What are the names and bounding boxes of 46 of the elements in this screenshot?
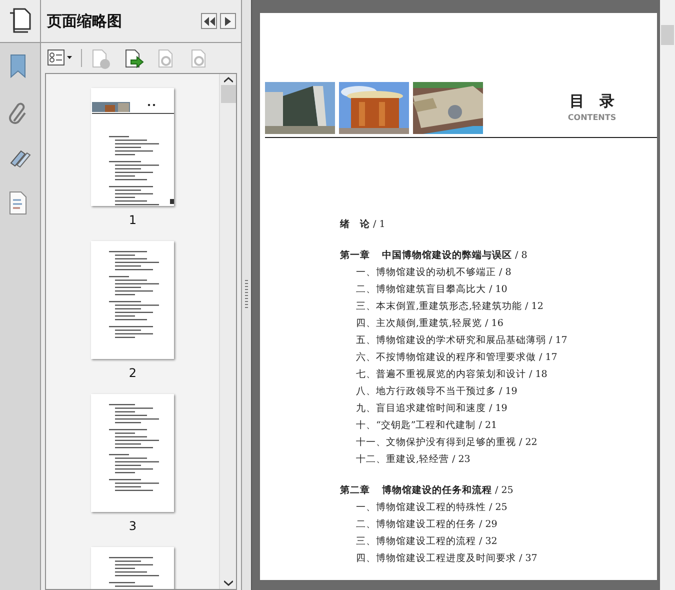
page-thumbnail[interactable]	[91, 394, 174, 512]
splitter-grip[interactable]	[245, 280, 248, 310]
extract-page-button[interactable]	[123, 48, 144, 68]
page-number: 2	[128, 366, 136, 380]
contents-heading: 目 录	[570, 92, 614, 111]
scroll-up-icon[interactable]	[224, 77, 233, 83]
page-number: 3	[128, 519, 136, 533]
page-number: 1	[128, 213, 136, 227]
document-icon[interactable]	[9, 191, 27, 215]
paperclip-icon[interactable]	[9, 101, 27, 125]
contents-subheading: CONTENTS	[568, 113, 616, 122]
page-thumbnail[interactable]	[91, 241, 174, 359]
toc-entry: 八、地方行政领导不当干预过多 / 19	[355, 385, 518, 399]
toc-entry: 六、不按博物馆建设的程序和管理要求做 / 17	[355, 351, 558, 365]
expand-button[interactable]	[220, 13, 236, 29]
scrollbar-thumb[interactable]	[661, 25, 674, 45]
scrollbar-thumb[interactable]	[220, 85, 236, 103]
toc-entry: 四、博物馆建设工程进度及时间要求 / 37	[355, 552, 538, 566]
toc-entry: 十一、文物保护没有得到足够的重视 / 22	[355, 436, 538, 450]
toc-entry: 二、博物馆建筑盲目攀高比大 / 10	[355, 283, 508, 297]
chapter-number: 第二章	[340, 484, 370, 498]
toc-entry: 五、博物馆建设的学术研究和展品基础薄弱 / 17	[355, 334, 568, 348]
scroll-down-icon[interactable]	[224, 580, 233, 586]
chapter-title: 中国博物馆建设的弊端与误区 / 8	[382, 249, 528, 263]
toc-entry: 一、博物馆建设的动机不够端正 / 8	[355, 266, 512, 280]
page-thumbnail[interactable]	[91, 547, 174, 589]
pages-icon[interactable]	[8, 8, 32, 34]
options-button[interactable]	[47, 49, 73, 67]
double-left-arrow-icon	[204, 16, 215, 26]
toc-entry: 十、“交钥匙”工程和代建制 / 21	[355, 419, 498, 433]
toc-entry: 九、盲目追求建馆时间和速度 / 19	[355, 402, 508, 416]
panel-title: 页面缩略图	[47, 12, 123, 30]
toc-entry: 十二、重建设,轻经营 / 23	[355, 453, 472, 467]
toc-entry: 绪 论 / 1	[340, 218, 386, 232]
collapse-button[interactable]	[201, 13, 218, 29]
toc-entry: 一、博物馆建设工程的特殊性 / 25	[355, 501, 508, 515]
toc-entry: 四、主次颠倒,重建筑,轻展览 / 16	[355, 317, 504, 331]
chapter-title: 博物馆建设的任务和流程 / 25	[382, 484, 514, 498]
toc-entry: 二、博物馆建设工程的任务 / 29	[355, 518, 498, 532]
chapter-number: 第一章	[340, 248, 370, 263]
toc-entry: 三、博物馆建设工程的流程 / 32	[355, 535, 498, 549]
right-arrow-icon	[225, 16, 232, 26]
bookmark-icon[interactable]	[9, 53, 27, 79]
toc-entry: 三、本末倒置,重建筑形态,轻建筑功能 / 12	[355, 300, 544, 314]
page-thumbnail[interactable]	[91, 88, 174, 206]
toc-entry: 七、普遍不重视展览的内容策划和设计 / 18	[355, 368, 548, 382]
